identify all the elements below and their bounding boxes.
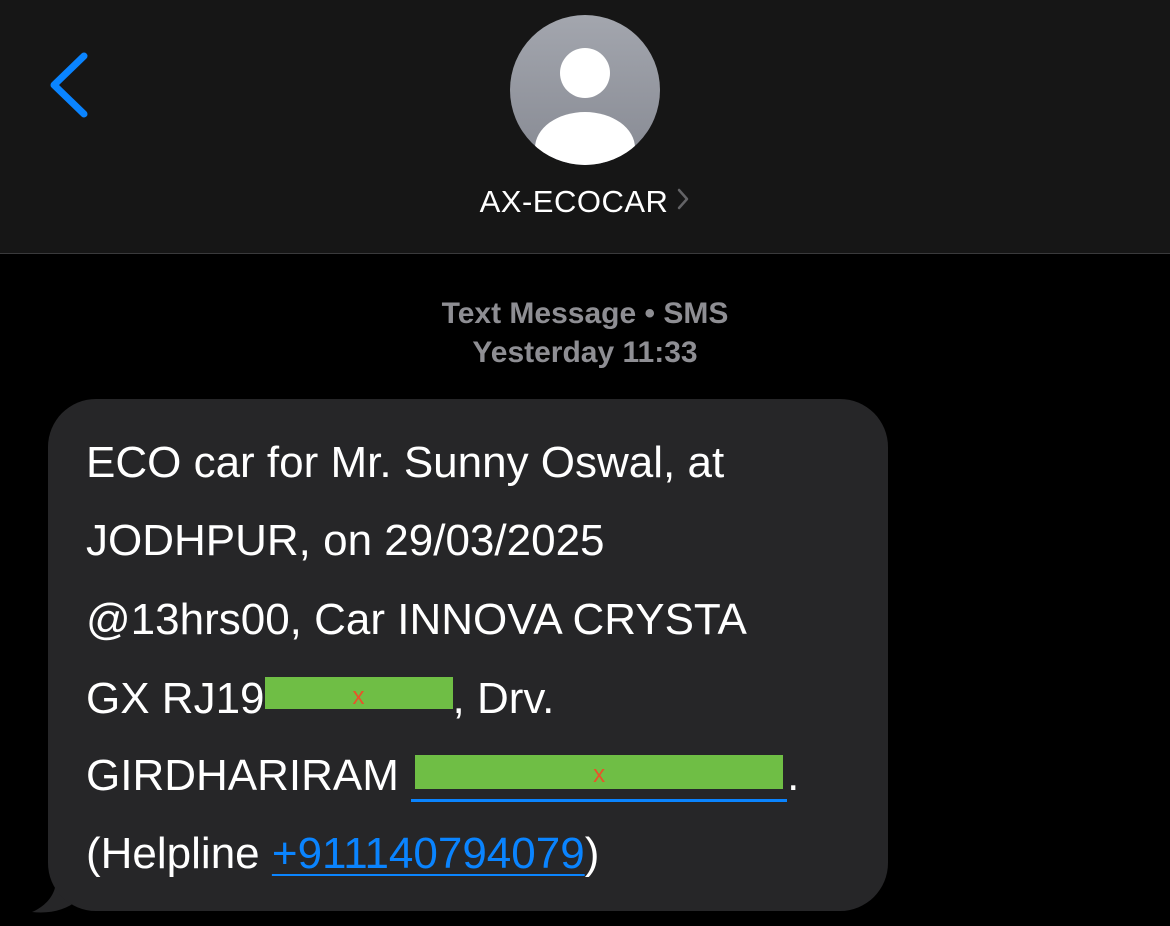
chevron-right-icon — [676, 183, 690, 219]
helpline-phone-link[interactable]: +911140794079 — [272, 829, 585, 878]
conversation-header: AX-ECOCAR — [0, 0, 1170, 254]
message-line: GIRDHARIRAM x. — [86, 750, 799, 802]
driver-label: , Drv. — [452, 674, 555, 723]
contact-name-button[interactable]: AX-ECOCAR — [0, 184, 1170, 220]
redaction-mark: x — [593, 761, 606, 788]
redaction-vehicle-number: x — [264, 677, 453, 710]
driver-name: GIRDHARIRAM — [86, 751, 412, 800]
redaction-driver-phone: x — [415, 755, 784, 789]
message-line: (Helpline +911140794079) — [86, 828, 599, 880]
avatar[interactable] — [510, 15, 660, 165]
redaction-mark: x — [352, 683, 365, 711]
message-meta: Text Message • SMS Yesterday 11:33 — [0, 294, 1170, 372]
helpline-label: (Helpline — [86, 829, 272, 878]
sentence-period: . — [787, 751, 800, 800]
message-line: JODHPUR, on 29/03/2025 — [86, 516, 605, 565]
person-icon — [535, 48, 635, 165]
driver-phone-link[interactable]: x — [411, 750, 788, 802]
vehicle-number-prefix: GX RJ19 — [86, 674, 265, 723]
back-button[interactable] — [44, 50, 94, 120]
chevron-left-icon — [50, 52, 88, 118]
message-timestamp: Yesterday 11:33 — [472, 336, 698, 369]
message-line: GX RJ19 x , Drv. — [86, 673, 554, 725]
closing-paren: ) — [584, 829, 600, 878]
message-service-label: Text Message • SMS — [441, 297, 729, 330]
message-line: @13hrs00, Car INNOVA CRYSTA — [86, 595, 747, 644]
message-line: ECO car for Mr. Sunny Oswal, at — [86, 438, 725, 487]
contact-name: AX-ECOCAR — [479, 184, 669, 219]
